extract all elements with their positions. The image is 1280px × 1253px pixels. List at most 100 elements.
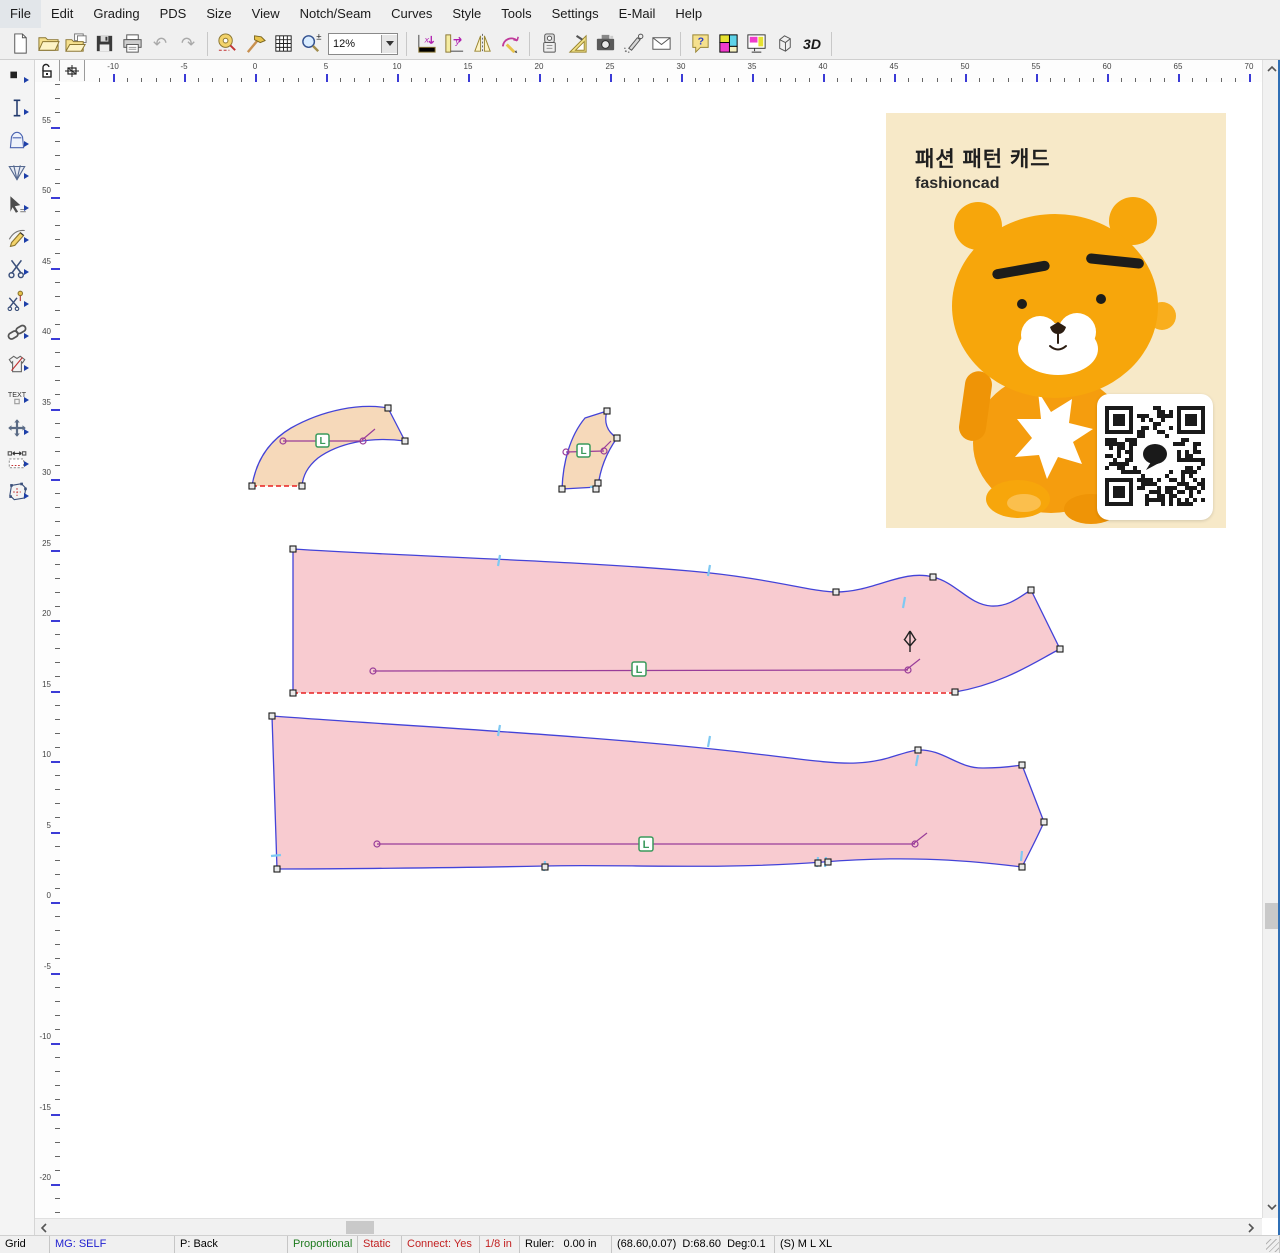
vertical-scroll-thumb[interactable] [1265, 903, 1279, 929]
ruler-lock-button[interactable] [35, 60, 60, 81]
zoom-button[interactable]: ± [297, 30, 325, 58]
menu-item-settings[interactable]: Settings [542, 0, 609, 28]
control-handle[interactable] [825, 859, 831, 865]
new-document-button[interactable] [6, 30, 34, 58]
zoom-level-dropdown[interactable]: 12% [328, 33, 398, 55]
control-handle[interactable] [274, 866, 280, 872]
control-handle[interactable] [604, 408, 610, 414]
control-handle[interactable] [402, 438, 408, 444]
set-square-button[interactable] [563, 30, 591, 58]
mirror-flip-button[interactable] [468, 30, 496, 58]
tool-chain-link[interactable] [0, 316, 34, 348]
control-handle[interactable] [593, 486, 599, 492]
menu-item-edit[interactable]: Edit [41, 0, 83, 28]
tool-garment-shirt[interactable] [0, 348, 34, 380]
open-folder-icon [37, 32, 60, 55]
control-handle[interactable] [1028, 587, 1034, 593]
redo-button[interactable]: ↷ [174, 30, 202, 58]
resize-grip[interactable] [1266, 1239, 1279, 1252]
tool-dart-fan[interactable] [0, 156, 34, 188]
control-handle[interactable] [249, 483, 255, 489]
menu-item-size[interactable]: Size [196, 0, 241, 28]
camera-button[interactable] [591, 30, 619, 58]
control-handle[interactable] [290, 690, 296, 696]
pds-windows-button[interactable] [714, 30, 742, 58]
open-all-button[interactable] [62, 30, 90, 58]
open-button[interactable] [34, 30, 62, 58]
toolbar-separator [529, 32, 530, 56]
control-handle[interactable] [915, 747, 921, 753]
save-button[interactable] [90, 30, 118, 58]
control-handle[interactable] [385, 405, 391, 411]
svg-text:?: ? [697, 35, 703, 47]
menu-item-file[interactable]: File [0, 0, 41, 28]
horizontal-scrollbar[interactable] [35, 1218, 1262, 1235]
control-handle[interactable] [559, 486, 565, 492]
drawing-canvas[interactable]: LLLL 패션 패턴 캐드 fashioncad [60, 82, 1262, 1218]
status-segment: (S) M L XL [775, 1236, 1280, 1253]
menu-item-help[interactable]: Help [665, 0, 712, 28]
menu-item-style[interactable]: Style [442, 0, 491, 28]
scroll-down-icon[interactable] [1267, 1203, 1277, 1211]
stamp-lock-button[interactable] [535, 30, 563, 58]
tool-cut-notch-pin[interactable] [0, 284, 34, 316]
control-handle[interactable] [1057, 646, 1063, 652]
tool-pattern-piece[interactable] [0, 124, 34, 156]
tool-cursor-menu[interactable] [0, 188, 34, 220]
control-handle[interactable] [290, 546, 296, 552]
horizontal-scroll-thumb[interactable] [346, 1221, 374, 1234]
rotate-seam-button[interactable] [496, 30, 524, 58]
menu-item-curves[interactable]: Curves [381, 0, 442, 28]
undo-button[interactable]: ↶ [146, 30, 174, 58]
control-handle[interactable] [952, 689, 958, 695]
tool-move-pan[interactable] [0, 412, 34, 444]
pattern-piece-sleeve-bottom[interactable] [272, 716, 1044, 869]
tool-polygon-xy[interactable] [0, 476, 34, 508]
dropdown-arrow-icon[interactable] [381, 35, 397, 53]
control-handle[interactable] [1019, 864, 1025, 870]
control-handle[interactable] [595, 480, 601, 486]
control-handle[interactable] [614, 435, 620, 441]
ruler-origin-button[interactable] [60, 60, 85, 81]
control-handle[interactable] [269, 713, 275, 719]
control-handle[interactable] [930, 574, 936, 580]
cube-3d-button[interactable] [770, 30, 798, 58]
control-handle[interactable] [1041, 819, 1047, 825]
control-handle[interactable] [542, 864, 548, 870]
scroll-up-icon[interactable] [1267, 65, 1277, 73]
move-x-button[interactable]: x [412, 30, 440, 58]
monitor-display-icon [745, 32, 768, 55]
control-handle[interactable] [815, 860, 821, 866]
view-3d-button[interactable]: 3D [798, 30, 826, 58]
menu-item-tools[interactable]: Tools [491, 0, 541, 28]
hammer-button[interactable] [241, 30, 269, 58]
tool-text[interactable]: TEXT [0, 380, 34, 412]
svg-text:L: L [319, 436, 325, 447]
menu-item-notch-seam[interactable]: Notch/Seam [290, 0, 382, 28]
measure-tape-button[interactable] [213, 30, 241, 58]
tool-scissors[interactable] [0, 252, 34, 284]
monitor-button[interactable] [742, 30, 770, 58]
control-handle[interactable] [833, 589, 839, 595]
airbrush-button[interactable] [619, 30, 647, 58]
tool-point-select[interactable] [0, 60, 34, 92]
grid-table-button[interactable] [269, 30, 297, 58]
tool-measure-distance[interactable] [0, 444, 34, 476]
menu-item-view[interactable]: View [242, 0, 290, 28]
control-handle[interactable] [1019, 762, 1025, 768]
menu-item-grading[interactable]: Grading [83, 0, 149, 28]
tool-pencil-curve[interactable] [0, 220, 34, 252]
tool-line-point[interactable] [0, 92, 34, 124]
menu-item-pds[interactable]: PDS [150, 0, 197, 28]
grid-table-icon [272, 32, 295, 55]
print-icon [121, 32, 144, 55]
print-button[interactable] [118, 30, 146, 58]
move-y-button[interactable]: y [440, 30, 468, 58]
control-handle[interactable] [299, 483, 305, 489]
scroll-right-icon[interactable] [1247, 1223, 1255, 1233]
email-button[interactable] [647, 30, 675, 58]
cube-3d-icon [773, 32, 796, 55]
menu-item-e-mail[interactable]: E-Mail [609, 0, 666, 28]
scroll-left-icon[interactable] [40, 1223, 48, 1233]
help-button[interactable]: ? [686, 30, 714, 58]
